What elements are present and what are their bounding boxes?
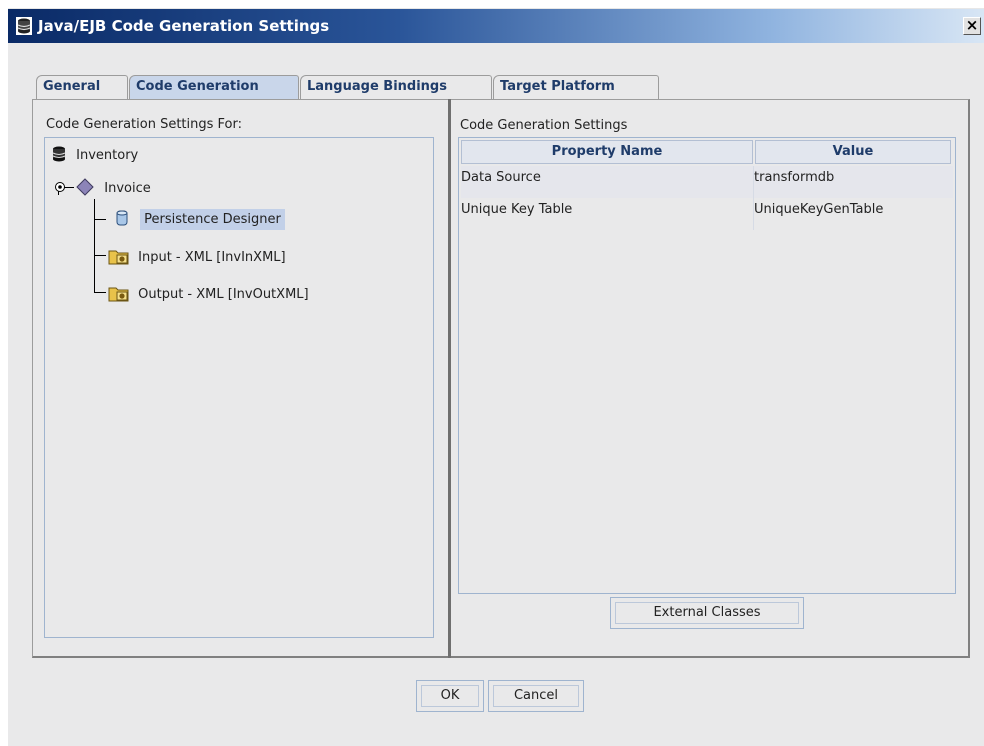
ok-button[interactable]: OK [416, 680, 484, 712]
external-classes-button[interactable]: External Classes [610, 597, 804, 629]
title-bar[interactable]: Java/EJB Code Generation Settings × [8, 9, 984, 43]
database-icon [16, 17, 32, 35]
column-header-value[interactable]: Value [755, 140, 951, 164]
tree-item-label: Output - XML [InvOutXML] [138, 287, 309, 302]
settings-label: Code Generation Settings [460, 118, 628, 133]
cylinder-icon [116, 210, 128, 226]
tree-item-output-xml[interactable]: Output - XML [InvOutXML] [108, 284, 309, 304]
diamond-icon [76, 178, 94, 196]
tree-item-invoice[interactable]: Invoice [54, 178, 151, 198]
ok-label: OK [440, 688, 460, 703]
window-title: Java/EJB Code Generation Settings [38, 17, 330, 35]
tree-item-inventory[interactable]: Inventory [52, 146, 138, 165]
settings-for-label: Code Generation Settings For: [46, 117, 242, 132]
table-row[interactable]: Data Source transformdb [461, 166, 953, 198]
panel-divider [448, 99, 451, 658]
tab-code-generation[interactable]: Code Generation [129, 75, 299, 99]
tab-general[interactable]: General [36, 75, 128, 99]
tree-item-input-xml[interactable]: Input - XML [InvInXML] [108, 247, 286, 267]
tree-connector [94, 292, 106, 293]
expand-toggle-icon[interactable] [54, 181, 66, 193]
cancel-label: Cancel [513, 688, 559, 703]
tree-item-label: Input - XML [InvInXML] [138, 250, 286, 265]
tree-item-label: Inventory [76, 148, 139, 163]
tree-item-persistence-designer[interactable]: Persistence Designer [116, 209, 285, 230]
close-icon[interactable]: × [963, 17, 981, 35]
column-header-property-name[interactable]: Property Name [461, 140, 753, 164]
xml-folder-icon [108, 250, 129, 265]
tab-language-bindings[interactable]: Language Bindings [300, 75, 492, 99]
tree-connector [94, 199, 95, 293]
database-icon [52, 146, 66, 162]
tree-item-label: Invoice [104, 181, 151, 196]
external-classes-label: External Classes [653, 605, 761, 620]
xml-folder-icon [108, 287, 129, 302]
property-cell: Unique Key Table [461, 202, 573, 217]
settings-table: Property Name Value Data Source transfor… [458, 137, 956, 594]
tree-item-label: Persistence Designer [140, 209, 285, 230]
property-cell: Data Source [461, 170, 541, 185]
table-row[interactable]: Unique Key Table UniqueKeyGenTable [461, 198, 953, 230]
cancel-button[interactable]: Cancel [488, 680, 584, 712]
dialog-window: Java/EJB Code Generation Settings × Gene… [8, 8, 984, 746]
tree-connector [94, 255, 106, 256]
tab-target-platform[interactable]: Target Platform [493, 75, 659, 99]
value-cell[interactable]: UniqueKeyGenTable [753, 198, 954, 230]
tree-connector [94, 219, 106, 220]
value-cell[interactable]: transformdb [753, 166, 954, 198]
